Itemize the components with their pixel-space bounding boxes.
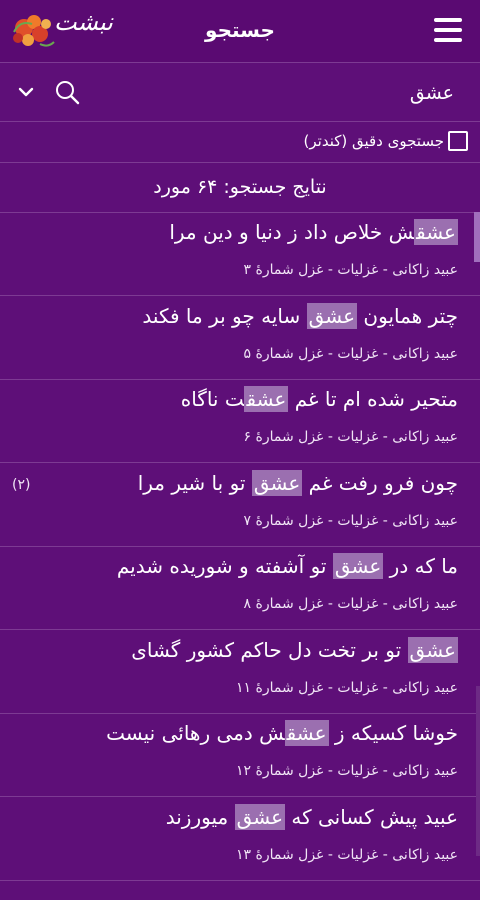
search-icon[interactable] [54,79,80,105]
verse-text-after: ش دمی رهائی نیست [106,721,285,745]
search-input[interactable] [122,75,456,111]
result-verse: عشق تو بر تخت دل حاکم کشور گشای [131,636,458,663]
result-source: عبید زاکانی - غزلیات - غزل شمارهٔ ۱۱ [236,679,458,696]
verse-text-before: عبید پیش کسانی که [285,804,458,829]
verse-text-after: میورزند [165,804,235,829]
verse-text-before: متحیر شده ام تا غم [288,387,458,411]
result-item[interactable]: چتر همایون عشق سایه چو بر ما فکند عبید زا… [0,296,480,380]
verse-text-before: خوشا کسیکه ز [328,721,458,745]
result-item[interactable]: ما که در عشق تو آشفته و شوریده شدیم عبید … [0,546,480,630]
result-verse: چون فرو رفت غم عشق تو با شیر مرا [137,469,458,496]
result-item[interactable]: چون فرو رفت غم عشق تو با شیر مرا عبید زاک… [0,463,480,547]
match-count-badge: (۲) [12,476,31,493]
result-verse: خوشا کسیکه ز عشقش دمی رهائی نیست [106,720,458,746]
verse-highlight: عشق [306,302,358,329]
result-item[interactable]: عبید پیش کسانی که عشق میورزند عبید زاکانی… [0,797,480,881]
verse-text-after: ش خلاص داد ز دنیا و دین مرا [169,220,415,244]
page-title: جستجو [205,18,275,42]
result-item[interactable]: عشقش خلاص داد ز دنیا و دین مرا عبید زاکان… [0,212,480,296]
scrollbar-thumb[interactable] [474,212,480,262]
result-source: عبید زاکانی - غزلیات - غزل شمارهٔ ۶ [243,429,458,445]
exact-search-row: جستجوی دقیق (کندتر) [0,122,480,163]
verse-highlight: عشق [407,636,458,663]
result-source: عبید زاکانی - غزلیات - غزل شمارهٔ ۱۲ [236,763,458,779]
result-source: عبید زاکانی - غزلیات - غزل شمارهٔ ۱۳ [236,846,458,863]
result-verse: متحیر شده ام تا غم عشقت ناگاه [180,386,458,412]
verse-highlight: عشق [414,219,458,245]
verse-text-before: ما که در [383,554,458,578]
result-verse: ما که در عشق تو آشفته و شوریده شدیم [116,553,458,579]
results-count: نتایج جستجو: ۶۴ مورد [0,162,480,213]
verse-text-before: چتر همایون [357,303,458,328]
result-item[interactable]: متحیر شده ام تا غم عشقت ناگاه عبید زاکانی… [0,379,480,463]
result-verse: عشقش خلاص داد ز دنیا و دین مرا [169,219,458,245]
result-source: عبید زاکانی - غزلیات - غزل شمارهٔ ۵ [243,345,458,362]
verse-highlight: عشق [234,803,286,830]
result-source: عبید زاکانی - غزلیات - غزل شمارهٔ ۸ [243,596,458,612]
verse-text-after: تو با شیر مرا [137,470,252,495]
scrollbar-indicator[interactable] [476,686,480,856]
verse-text-before: چون فرو رفت غم [302,470,458,495]
result-source: عبید زاکانی - غزلیات - غزل شمارهٔ ۳ [243,262,458,278]
verse-highlight: عشق [332,553,384,579]
hamburger-menu-icon[interactable] [434,18,462,42]
result-verse: چتر همایون عشق سایه چو بر ما فکند [142,302,458,329]
verse-text-after: سایه چو بر ما فکند [142,303,307,328]
verse-highlight: عشق [244,386,289,412]
results-list: عشقش خلاص داد ز دنیا و دین مرا عبید زاکان… [0,212,480,900]
verse-highlight: عشق [251,469,303,496]
result-verse: عبید پیش کسانی که عشق میورزند [165,803,458,830]
result-item[interactable]: عشق تو بر تخت دل حاکم کشور گشای عبید زاکا… [0,630,480,714]
verse-text-after: تو بر تخت دل حاکم کشور گشای [131,637,408,662]
app-bar: نبشت جستجو [0,0,480,63]
result-source: عبید زاکانی - غزلیات - غزل شمارهٔ ۷ [243,512,458,529]
search-bar [0,63,480,122]
verse-text-after: تو آشفته و شوریده شدیم [116,554,333,578]
verse-highlight: عشق [284,720,329,746]
verse-text-after: ت ناگاه [180,387,245,411]
result-item[interactable]: خوشا کسیکه ز عشقش دمی رهائی نیست عبید زاک… [0,713,480,797]
exact-search-checkbox[interactable] [448,131,468,151]
exact-search-label: جستجوی دقیق (کندتر) [303,132,444,150]
chevron-down-icon[interactable] [17,83,35,101]
